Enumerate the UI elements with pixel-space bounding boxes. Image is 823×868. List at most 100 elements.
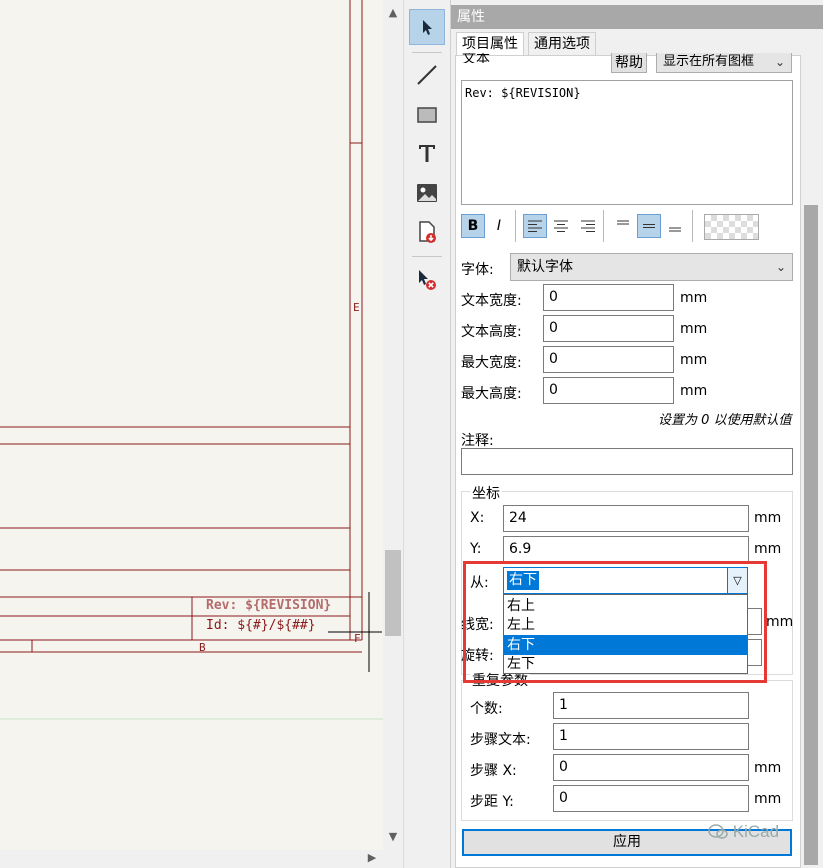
coords-group-title: 坐标 [470,483,502,503]
x-input[interactable]: 24 [503,505,749,532]
titleblock-id-text[interactable]: Id: ${#}/${##} [206,618,316,633]
x-label: X: [470,510,485,526]
chevron-down-icon: ⌄ [775,260,786,274]
visibility-combo-value: 显示在所有图框 [663,54,755,69]
step-y-input[interactable]: 0 [553,785,749,812]
rectangle-tool-button[interactable] [409,97,445,133]
max-height-label: 最大高度: [461,386,522,402]
line-icon [417,65,437,85]
valign-bottom-button[interactable] [663,214,687,238]
scroll-thumb[interactable] [804,205,818,865]
text-editor[interactable]: Rev: ${REVISION} [461,80,793,205]
step-x-label: 步骤 X: [470,763,517,779]
rectangle-icon [417,107,437,123]
default-hint: 设置为 0 以使用默认值 [658,413,792,428]
help-button[interactable]: 帮助 [611,53,647,73]
count-input[interactable]: 1 [553,692,749,719]
valign-top-button[interactable] [611,214,635,238]
text-height-input[interactable]: 0 [543,315,674,342]
step-x-input[interactable]: 0 [553,754,749,781]
delete-pointer-icon [419,270,436,290]
align-left-button[interactable] [523,214,547,238]
font-combo-value: 默认字体 [517,259,573,275]
visibility-combo[interactable]: 显示在所有图框 ⌄ [656,53,792,73]
zone-label: B [199,641,206,654]
valign-middle-icon [643,224,655,228]
import-drawing-button[interactable] [409,214,445,250]
pointer-icon [423,20,432,35]
align-right-button[interactable] [576,214,600,238]
canvas-vertical-scrollbar[interactable]: ▲ ▼ [383,0,403,850]
drawing-canvas[interactable]: E F B Rev: ${REVISION} Id: ${#}/${##} [0,0,383,850]
comment-input[interactable] [461,448,793,475]
titleblock-rev-text[interactable]: Rev: ${REVISION} [206,598,331,613]
comment-label: 注释: [461,433,494,449]
text-width-input[interactable]: 0 [543,284,674,311]
toolbar-separator [412,52,442,53]
valign-middle-button[interactable] [637,214,661,238]
unit-label: mm [680,383,708,399]
drawing-toolbar [403,0,449,868]
align-center-icon [554,220,568,232]
format-separator [515,210,516,242]
valign-bottom-icon [669,227,681,232]
text-icon [419,145,435,162]
step-text-input[interactable]: 1 [553,723,749,750]
chevron-down-icon: ⌄ [774,55,785,69]
import-file-icon [419,221,436,243]
watermark: KiCad [708,822,779,842]
y-label: Y: [470,541,482,557]
text-tool-button[interactable] [409,136,445,172]
line-tool-button[interactable] [409,57,445,93]
unit-label: mm [754,510,782,526]
align-left-icon [528,220,542,232]
step-text-label: 步骤文本: [470,732,531,748]
text-editor-content: Rev: ${REVISION} [465,86,581,100]
italic-button[interactable]: I [487,214,511,238]
font-label: 字体: [461,262,494,278]
unit-label: mm [766,614,794,630]
select-tool-button[interactable] [409,9,445,45]
image-icon [417,184,437,202]
max-width-label: 最大宽度: [461,355,522,371]
watermark-text: KiCad [732,822,780,841]
chat-bubble-icon [708,824,728,839]
step-y-label: 步距 Y: [470,794,514,810]
max-width-input[interactable]: 0 [543,346,674,373]
zone-label: E [353,301,360,314]
format-separator [692,210,693,242]
unit-label: mm [754,791,782,807]
unit-label: mm [680,321,708,337]
scroll-down-icon[interactable]: ▼ [383,830,403,843]
unit-label: mm [754,760,782,776]
max-height-input[interactable]: 0 [543,377,674,404]
color-swatch[interactable] [704,214,759,240]
zone-label: F [354,632,361,645]
panel-title: 属性 [451,5,823,29]
font-combo[interactable]: 默认字体 ⌄ [510,253,793,281]
frame-drawing [0,0,383,720]
align-center-button[interactable] [549,214,573,238]
bold-button[interactable]: B [461,214,485,238]
text-width-label: 文本宽度: [461,293,522,309]
valign-top-icon [617,220,629,225]
canvas-horizontal-scrollbar[interactable]: ▶ [0,850,403,868]
panel-scrollbar[interactable] [801,55,821,868]
count-label: 个数: [470,701,503,717]
toolbar-separator [412,256,442,257]
highlight-annotation-box [463,561,767,683]
y-input[interactable]: 6.9 [503,536,749,563]
tab-general-options[interactable]: 通用选项 [528,32,596,56]
scroll-up-icon[interactable]: ▲ [383,6,403,19]
text-section-label: 文本 [462,53,490,63]
image-tool-button[interactable] [409,175,445,211]
scroll-right-icon[interactable]: ▶ [362,851,382,864]
unit-label: mm [754,541,782,557]
align-right-icon [581,220,595,232]
scroll-thumb[interactable] [385,550,401,636]
format-separator [603,210,604,242]
unit-label: mm [680,352,708,368]
unit-label: mm [680,290,708,306]
text-height-label: 文本高度: [461,324,522,340]
delete-tool-button[interactable] [409,262,445,298]
